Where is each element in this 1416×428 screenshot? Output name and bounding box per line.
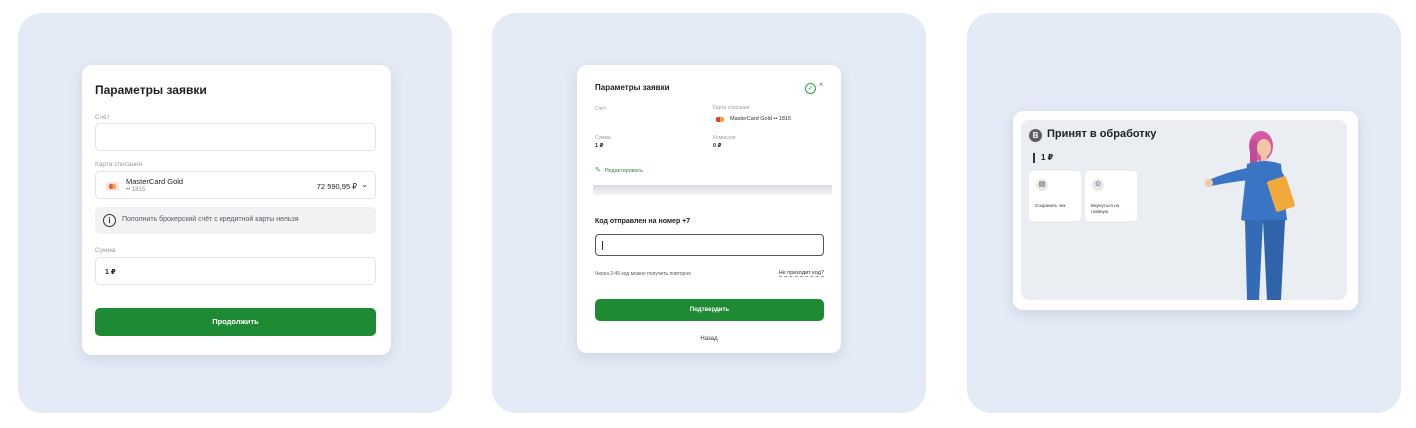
- confirm-button[interactable]: Подтвердить: [595, 299, 824, 321]
- panel-accepted-status: В Принят в обработку 1 ₽ ▤ Сохранить чек…: [967, 13, 1401, 413]
- card-select[interactable]: MasterCard Gold •• 1815 72 590,95 ₽ ⌄: [95, 171, 376, 199]
- continue-button[interactable]: Продолжить: [95, 308, 376, 336]
- go-home-tile[interactable]: ⊙ Вернуться на главную: [1085, 171, 1137, 221]
- save-receipt-tile[interactable]: ▤ Сохранить чек: [1029, 171, 1081, 221]
- receipt-icon: ▤: [1036, 179, 1048, 191]
- card-title: Параметры заявки: [595, 83, 670, 92]
- status-inner: В Принят в обработку 1 ₽ ▤ Сохранить чек…: [1021, 120, 1347, 300]
- card-name: MasterCard Gold: [126, 177, 184, 186]
- section-divider: [593, 185, 832, 195]
- sum-label: Сумма: [595, 135, 611, 141]
- mastercard-card-icon: [106, 182, 119, 191]
- panel-application-form: Параметры заявки Счёт Карта списания Mas…: [18, 13, 452, 413]
- sum-label: Сумма: [95, 247, 116, 254]
- account-field[interactable]: [95, 123, 376, 151]
- no-code-link[interactable]: Не приходит код?: [778, 270, 824, 277]
- fee-value: 0 ₽: [713, 143, 722, 149]
- info-icon: i: [103, 214, 116, 227]
- sum-field[interactable]: 1 ₽: [95, 257, 376, 285]
- sms-code-input[interactable]: [595, 234, 824, 256]
- application-card: Параметры заявки Счёт Карта списания Mas…: [82, 65, 391, 355]
- info-notice: i Пополнить брокерский счёт с кредитной …: [95, 207, 376, 234]
- pencil-icon: ✎: [595, 167, 601, 174]
- info-text: Пополнить брокерский счёт с кредитной ка…: [122, 216, 299, 223]
- card-name: MasterCard Gold •• 1815: [730, 116, 792, 122]
- card-label: Карта списания: [95, 161, 143, 168]
- account-label: Счёт: [595, 106, 607, 112]
- chevron-down-icon: ⌄: [361, 180, 368, 189]
- status-card: В Принят в обработку 1 ₽ ▤ Сохранить чек…: [1013, 111, 1358, 310]
- panel-sms-confirmation: Параметры заявки ✓ ˄ Счёт Карта списания…: [492, 13, 926, 413]
- sum-value: 1 ₽: [595, 143, 604, 149]
- chevron-up-icon[interactable]: ˄: [819, 82, 823, 89]
- account-label: Счёт: [95, 114, 110, 121]
- check-circle-icon: ✓: [805, 83, 816, 94]
- tile-label: Вернуться на главную: [1091, 203, 1120, 214]
- woman-with-folder-illustration: [1205, 131, 1295, 300]
- edit-link[interactable]: Редактировать: [605, 168, 643, 174]
- status-title: Принят в обработку: [1047, 128, 1157, 140]
- resend-timer-text: Через 2:45 код можно получить повторно: [595, 271, 691, 277]
- fee-label: Комиссия: [713, 135, 736, 141]
- code-title: Код отправлен на номер +7: [595, 218, 691, 225]
- card-title: Параметры заявки: [95, 83, 207, 97]
- confirmation-card: Параметры заявки ✓ ˄ Счёт Карта списания…: [577, 65, 841, 353]
- amount-value: 1 ₽: [1041, 153, 1054, 162]
- tile-label: Сохранить чек: [1035, 203, 1066, 208]
- mastercard-icon: [716, 117, 724, 122]
- status-badge-icon: В: [1029, 129, 1042, 142]
- card-label: Карта списания: [713, 105, 750, 111]
- amount-marker: [1033, 153, 1035, 163]
- back-link[interactable]: Назад: [577, 336, 841, 342]
- card-mask: •• 1815: [126, 187, 146, 193]
- text-caret: [602, 241, 603, 250]
- card-balance: 72 590,95 ₽: [316, 182, 357, 191]
- home-check-icon: ⊙: [1092, 179, 1104, 191]
